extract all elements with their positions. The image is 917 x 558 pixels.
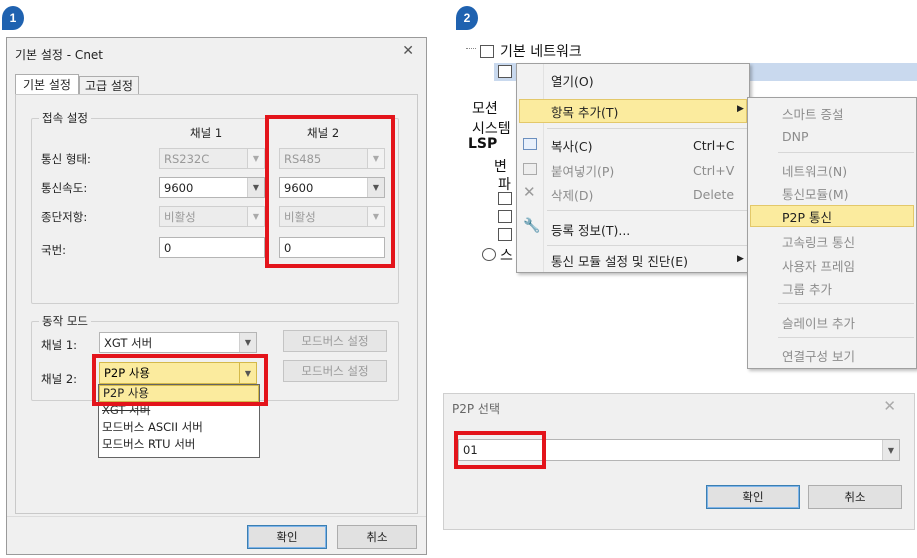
modbus-settings-button-1[interactable]: 모드버스 설정 xyxy=(283,330,387,352)
submenu-network[interactable]: 네트워크(N) xyxy=(782,160,847,180)
tree-item-motion[interactable]: 모션 xyxy=(472,98,498,118)
chevron-down-icon: ▼ xyxy=(239,333,256,352)
mode-ch1-label: 채널 1: xyxy=(41,338,78,352)
submenu-p2p[interactable]: P2P 통신 xyxy=(782,206,832,226)
ch1-termination-select[interactable]: 비활성 ▼ xyxy=(159,206,265,227)
dropdown-option-modbus-ascii[interactable]: 모드버스 ASCII 서버 xyxy=(99,419,259,436)
submenu-smart-expansion[interactable]: 스마트 증설 xyxy=(782,103,843,123)
p2p-select-dialog: P2P 선택 ✕ 01 ▼ 확인 취소 xyxy=(443,393,915,530)
list-icon xyxy=(498,228,512,241)
tree-item-file[interactable]: 파 xyxy=(498,174,511,194)
context-menu: 열기(O) 항목 추가(T) ▶ 복사(C) Ctrl+C 붙여넣기(P) Ct… xyxy=(516,63,750,273)
add-item-submenu: 스마트 증설 DNP 네트워크(N) 통신모듈(M) P2P 통신 고속링크 통… xyxy=(747,97,917,369)
submenu-highspeed-link[interactable]: 고속링크 통신 xyxy=(782,231,855,251)
menu-separator xyxy=(547,128,747,129)
chevron-down-icon: ▼ xyxy=(882,440,899,460)
menu-gutter xyxy=(543,64,544,272)
menu-copy[interactable]: 복사(C) xyxy=(551,135,592,155)
menu-paste[interactable]: 붙여넣기(P) xyxy=(551,160,614,180)
mode-ch2-highlight xyxy=(92,354,268,406)
termination-label: 종단저항: xyxy=(41,210,88,224)
tree-root-label[interactable]: 기본 네트워크 xyxy=(500,41,582,61)
ok-button[interactable]: 확인 xyxy=(247,525,327,549)
delete-icon: ✕ xyxy=(523,183,536,201)
baud-rate-label: 통신속도: xyxy=(41,181,88,195)
tab-advanced-settings[interactable]: 고급 설정 xyxy=(79,76,139,94)
menu-properties[interactable]: 등록 정보(T)... xyxy=(551,219,630,239)
chevron-down-icon: ▼ xyxy=(247,149,264,168)
connection-group-label: 접속 설정 xyxy=(39,110,91,126)
refresh-icon xyxy=(482,248,496,261)
submenu-add-group[interactable]: 그룹 추가 xyxy=(782,278,832,298)
basic-settings-dialog: 기본 설정 - Cnet ✕ 기본 설정 고급 설정 접속 설정 채널 1 채널… xyxy=(6,37,427,555)
p2p-number-highlight xyxy=(454,431,546,469)
menu-module-diagnostics[interactable]: 통신 모듈 설정 및 진단(E) xyxy=(551,250,688,270)
paste-icon xyxy=(523,163,537,175)
chevron-down-icon: ▼ xyxy=(247,178,264,197)
menu-add-item[interactable]: 항목 추가(T) xyxy=(551,101,618,121)
doc-icon xyxy=(498,192,512,205)
wrench-icon: 🔧 xyxy=(523,218,541,234)
p2p-cancel-button[interactable]: 취소 xyxy=(808,485,902,509)
mode-ch2-label: 채널 2: xyxy=(41,372,78,386)
copy-icon xyxy=(523,138,537,150)
menu-separator xyxy=(778,152,914,153)
ch1-station-input[interactable]: 0 xyxy=(159,237,265,258)
divider xyxy=(7,516,426,517)
submenu-user-frame[interactable]: 사용자 프레임 xyxy=(782,255,855,275)
ch1-comm-type-select[interactable]: RS232C ▼ xyxy=(159,148,265,169)
submenu-arrow-icon: ▶ xyxy=(737,254,744,264)
step-1-badge: 1 xyxy=(2,6,24,30)
chevron-down-icon: ▼ xyxy=(247,207,264,226)
submenu-arrow-icon: ▶ xyxy=(737,104,744,114)
module-icon xyxy=(498,65,512,78)
dropdown-option-modbus-rtu[interactable]: 모드버스 RTU 서버 xyxy=(99,436,259,453)
menu-copy-shortcut: Ctrl+C xyxy=(693,137,735,153)
cancel-button[interactable]: 취소 xyxy=(337,525,417,549)
tree-line xyxy=(466,48,476,49)
menu-separator xyxy=(778,337,914,338)
submenu-connection-view[interactable]: 연결구성 보기 xyxy=(782,345,855,365)
channel-2-highlight xyxy=(265,115,395,268)
menu-separator xyxy=(778,303,914,304)
menu-separator xyxy=(547,210,747,211)
network-icon xyxy=(480,45,494,58)
submenu-dnp[interactable]: DNP xyxy=(782,126,809,146)
menu-delete-shortcut: Delete xyxy=(693,186,735,202)
tab-basic-settings[interactable]: 기본 설정 xyxy=(15,74,79,94)
station-number-label: 국번: xyxy=(41,243,67,257)
submenu-add-slave[interactable]: 슬레이브 추가 xyxy=(782,312,855,332)
menu-delete[interactable]: 삭제(D) xyxy=(551,184,593,204)
menu-paste-shortcut: Ctrl+V xyxy=(693,162,735,178)
tree-item-s[interactable]: 스 xyxy=(500,245,513,265)
step-2-badge: 2 xyxy=(456,6,478,30)
dialog-title: 기본 설정 - Cnet xyxy=(15,48,104,62)
ch1-baud-rate-select[interactable]: 9600 ▼ xyxy=(159,177,265,198)
p2p-ok-button[interactable]: 확인 xyxy=(706,485,800,509)
menu-open[interactable]: 열기(O) xyxy=(551,70,594,90)
tree-item-var[interactable]: 변 xyxy=(494,156,507,176)
comm-type-label: 통신 형태: xyxy=(41,152,91,166)
tree-item-lsp[interactable]: LSP xyxy=(468,136,497,152)
submenu-comm-module[interactable]: 통신모듈(M) xyxy=(782,183,849,203)
p2p-dialog-title: P2P 선택 xyxy=(452,402,501,416)
close-icon[interactable]: ✕ xyxy=(402,43,414,59)
tree-item-system[interactable]: 시스템 xyxy=(472,118,511,138)
menu-separator xyxy=(547,245,747,246)
mode-group-label: 동작 모드 xyxy=(39,313,91,329)
modbus-settings-button-2[interactable]: 모드버스 설정 xyxy=(283,360,387,382)
channel-1-header: 채널 1 xyxy=(190,126,223,140)
mode-ch1-select[interactable]: XGT 서버 ▼ xyxy=(99,332,257,353)
grid-icon xyxy=(498,210,512,223)
close-icon[interactable]: ✕ xyxy=(883,397,896,415)
